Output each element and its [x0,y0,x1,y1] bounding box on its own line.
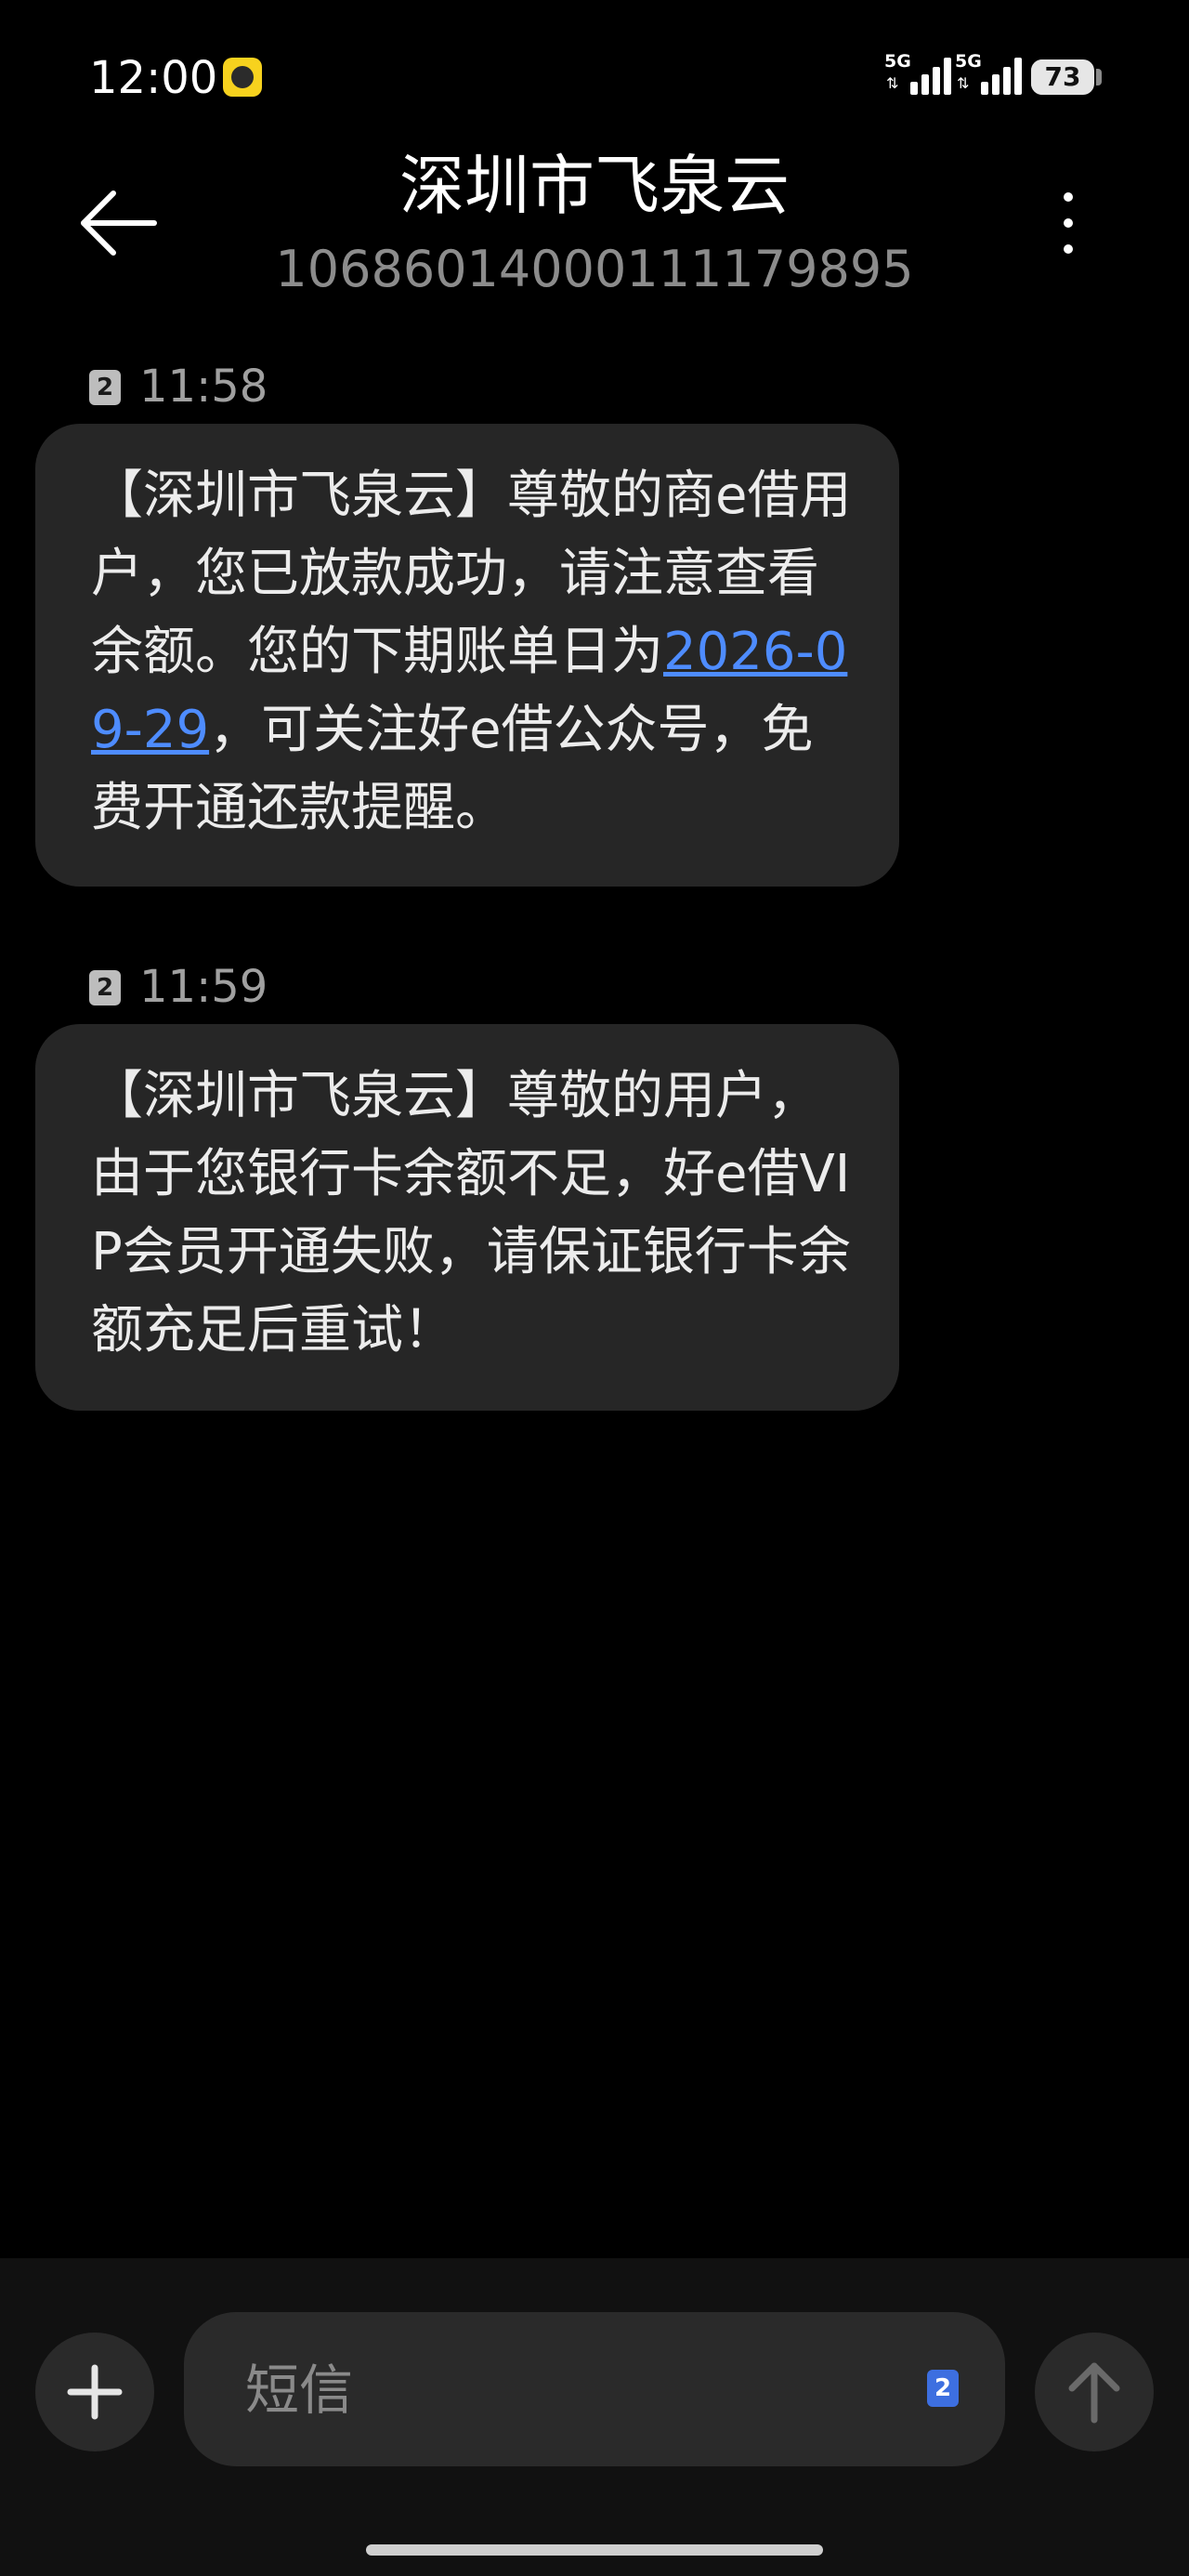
battery-icon: 73 [1031,59,1094,95]
battery-percent: 73 [1044,61,1081,92]
add-attachment-button[interactable] [35,2333,154,2451]
more-options-button[interactable] [1050,186,1087,260]
arrow-left-icon [81,191,157,256]
message-bubble[interactable]: 【深圳市飞泉云】尊敬的商e借用户，您已放款成功，请注意查看余额。您的下期账单日为… [35,424,899,887]
network-type-label: 5G [955,51,982,72]
battery-tip [1096,69,1102,85]
back-button[interactable] [78,186,162,260]
message-input[interactable] [243,2312,897,2468]
arrow-up-icon [1068,2362,1120,2424]
message-text: 【深圳市飞泉云】尊敬的商e借用户，您已放款成功，请注意查看余额。您的下期账单日为… [91,457,862,848]
status-time: 12:00 [89,52,218,104]
sim-select-icon[interactable]: 2 [927,2370,959,2407]
network-type-label: 5G [884,51,911,72]
message-time: 11:59 [139,961,268,1013]
contact-name: 深圳市飞泉云 [399,148,790,224]
status-bar: 12:00 5G ⇅ 5G ⇅ 73 [0,0,1189,158]
signal-bars-icon [910,58,953,95]
message-text: 【深圳市飞泉云】尊敬的用户，由于您银行卡余额不足，好e借VIP会员开通失败，请保… [91,1066,851,1360]
message-input-box[interactable]: 2 [184,2312,1005,2468]
plus-icon [67,2364,123,2420]
app-notification-icon [223,58,262,97]
sim-card-icon: 2 [89,370,121,405]
message-bubble[interactable]: 【深圳市飞泉云】尊敬的用户，由于您银行卡余额不足，好e借VIP会员开通失败，请保… [35,1024,899,1411]
contact-number: 106860140001111798​95 [275,240,914,298]
signal-bars-icon [981,58,1024,95]
sim-card-icon: 2 [89,970,121,1005]
more-vertical-icon [1064,192,1073,254]
data-arrows-icon: ⇅ [957,74,970,92]
signal-5g-icon: 5G ⇅ [955,52,1024,97]
message-time: 11:58 [139,361,268,413]
message-composer: 2 [0,2258,1189,2576]
signal-5g-icon: 5G ⇅ [884,52,953,97]
send-button[interactable] [1035,2333,1154,2451]
data-arrows-icon: ⇅ [886,74,899,92]
home-indicator[interactable] [366,2544,823,2556]
